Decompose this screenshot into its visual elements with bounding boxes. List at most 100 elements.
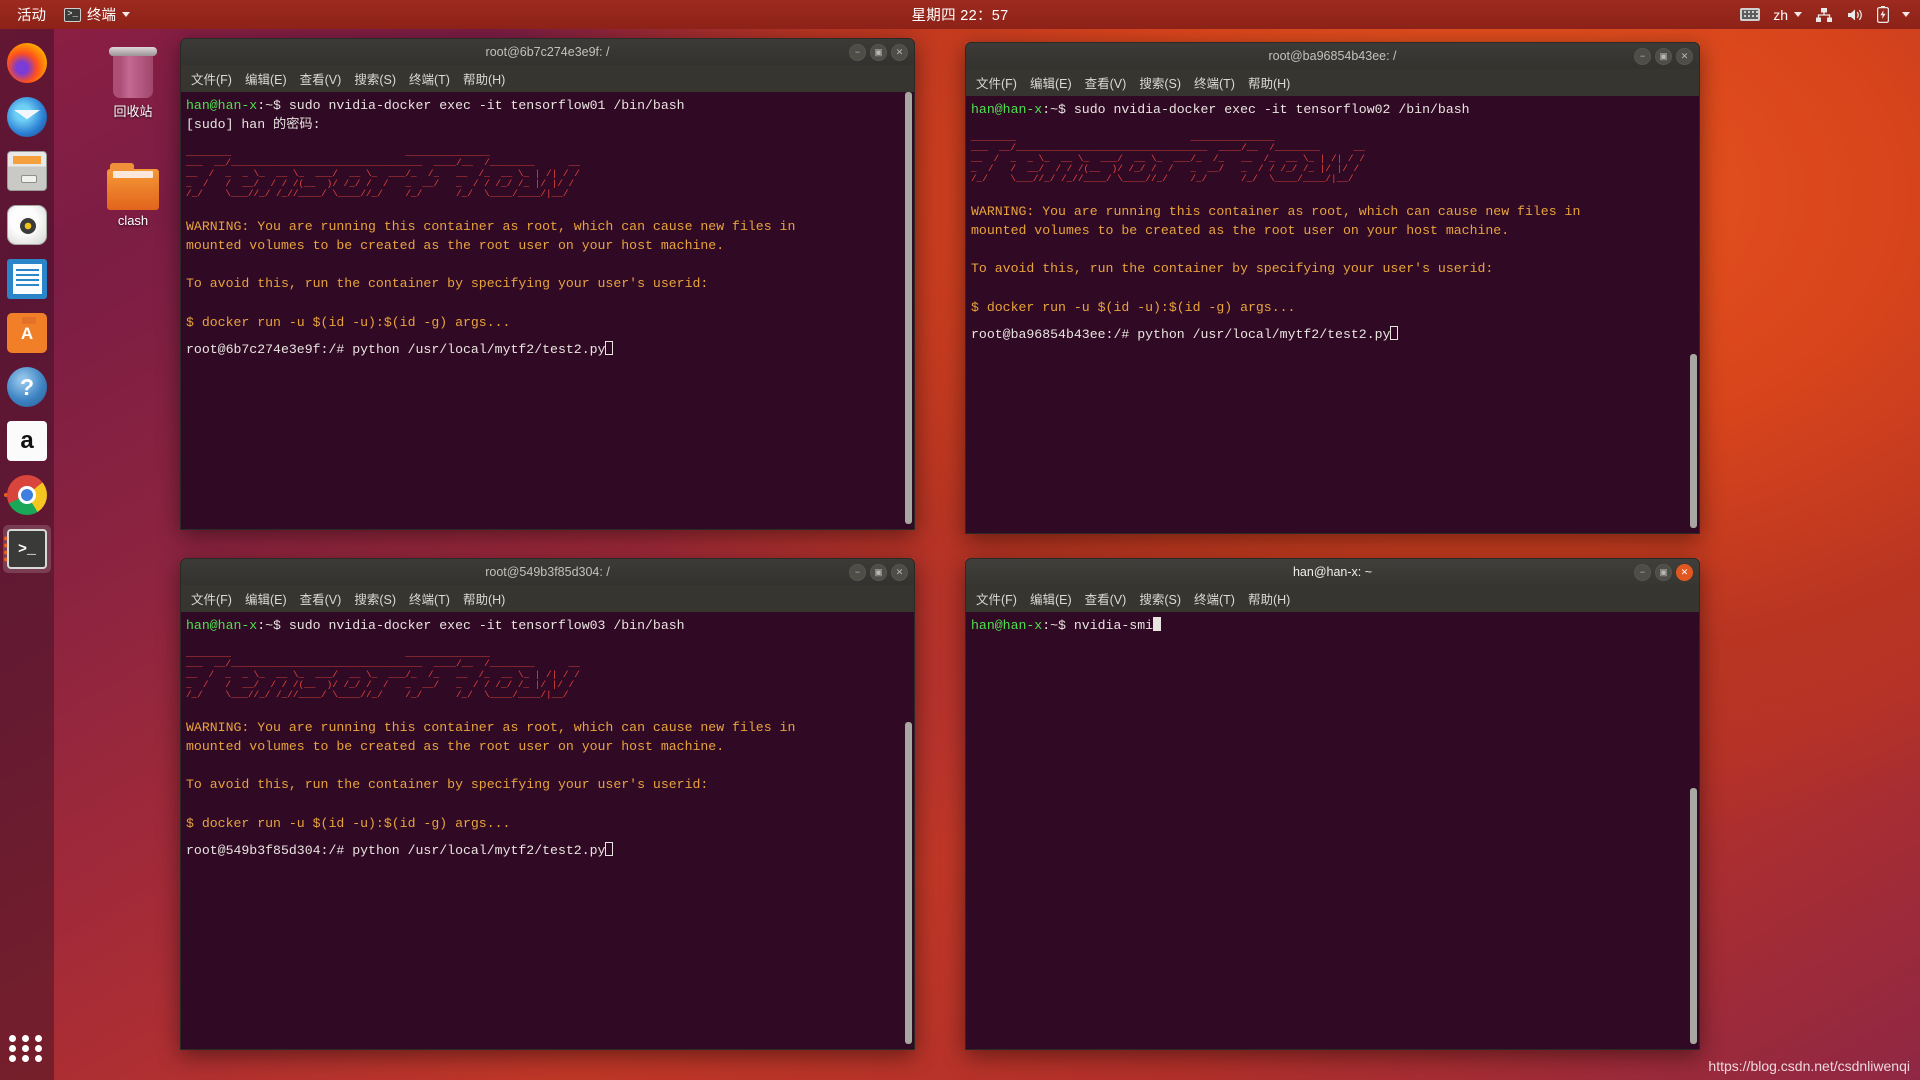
clock[interactable]: 星期四 22：57 xyxy=(912,4,1009,25)
root-command: python /usr/local/mytf2/test2.py xyxy=(1137,326,1391,342)
tensorflow-ascii-banner: ________ _______________ ___ __/________… xyxy=(186,147,580,199)
dock-item-firefox[interactable] xyxy=(3,39,51,87)
activities-label: 活动 xyxy=(17,8,46,24)
window-titlebar[interactable]: han@han-x: ~ − ▣ ✕ xyxy=(965,558,1700,585)
close-button[interactable]: ✕ xyxy=(891,44,908,61)
window-titlebar[interactable]: root@6b7c274e3e9f: / − ▣ ✕ xyxy=(180,38,915,65)
dock-item-help[interactable]: ? xyxy=(3,363,51,411)
rhythmbox-icon xyxy=(7,205,47,245)
menu-edit[interactable]: 编辑(E) xyxy=(1030,73,1072,92)
terminal-window-tensorflow01[interactable]: root@6b7c274e3e9f: / − ▣ ✕ 文件(F) 编辑(E) 查… xyxy=(180,38,915,530)
volume-icon[interactable] xyxy=(1846,7,1864,23)
vertical-scrollbar[interactable] xyxy=(1688,96,1699,533)
minimize-button[interactable]: − xyxy=(1634,564,1651,581)
maximize-button[interactable]: ▣ xyxy=(870,564,887,581)
menu-file[interactable]: 文件(F) xyxy=(191,69,232,88)
container-root-warning: WARNING: You are running this container … xyxy=(186,219,796,330)
keyboard-icon[interactable] xyxy=(1740,8,1761,21)
shell-command: nvidia-smi xyxy=(1073,618,1154,633)
chevron-down-icon xyxy=(1794,12,1802,17)
menu-help[interactable]: 帮助(H) xyxy=(463,69,505,88)
activities-button[interactable]: 活动 xyxy=(8,1,55,28)
window-title: han@han-x: ~ xyxy=(1292,565,1373,579)
menu-terminal[interactable]: 终端(T) xyxy=(409,589,450,608)
menu-view[interactable]: 查看(V) xyxy=(300,589,342,608)
menu-search[interactable]: 搜索(S) xyxy=(354,589,396,608)
dock-item-files[interactable] xyxy=(3,147,51,195)
shell-command: sudo nvidia-docker exec -it tensorflow03… xyxy=(288,618,685,633)
sudo-password-line: [sudo] han 的密码: xyxy=(186,117,321,133)
dock-item-libreoffice-writer[interactable] xyxy=(3,255,51,303)
network-icon[interactable] xyxy=(1815,7,1833,23)
terminal-output-area[interactable]: han@han-x:~$ sudo nvidia-docker exec -it… xyxy=(180,612,915,1050)
minimize-button[interactable]: − xyxy=(849,564,866,581)
chevron-down-icon[interactable] xyxy=(1902,12,1910,17)
menu-search[interactable]: 搜索(S) xyxy=(354,69,396,88)
tensorflow-ascii-banner: ________ _______________ ___ __/________… xyxy=(186,648,580,700)
menu-bar: 文件(F) 编辑(E) 查看(V) 搜索(S) 终端(T) 帮助(H) xyxy=(965,585,1700,612)
terminal-window-tensorflow03[interactable]: root@549b3f85d304: / − ▣ ✕ 文件(F) 编辑(E) 查… xyxy=(180,558,915,1050)
menu-edit[interactable]: 编辑(E) xyxy=(245,589,287,608)
dock-item-chrome[interactable] xyxy=(3,471,51,519)
menu-bar: 文件(F) 编辑(E) 查看(V) 搜索(S) 终端(T) 帮助(H) xyxy=(180,585,915,612)
terminal-output-area[interactable]: han@han-x:~$ sudo nvidia-docker exec -it… xyxy=(180,92,915,530)
shell-prompt-path: :~$ xyxy=(257,98,289,113)
dock-item-thunderbird[interactable] xyxy=(3,93,51,141)
maximize-button[interactable]: ▣ xyxy=(1655,48,1672,65)
desktop-icon-clash[interactable]: clash xyxy=(90,152,176,228)
dock-item-rhythmbox[interactable] xyxy=(3,201,51,249)
maximize-button[interactable]: ▣ xyxy=(1655,564,1672,581)
menu-file[interactable]: 文件(F) xyxy=(191,589,232,608)
menu-edit[interactable]: 编辑(E) xyxy=(245,69,287,88)
terminal-output-area[interactable]: han@han-x:~$ nvidia-smi xyxy=(965,612,1700,1050)
menu-edit[interactable]: 编辑(E) xyxy=(1030,589,1072,608)
window-titlebar[interactable]: root@ba96854b43ee: / − ▣ ✕ xyxy=(965,42,1700,69)
menu-search[interactable]: 搜索(S) xyxy=(1139,73,1181,92)
menu-view[interactable]: 查看(V) xyxy=(300,69,342,88)
text-cursor xyxy=(1153,617,1162,631)
menu-terminal[interactable]: 终端(T) xyxy=(1194,73,1235,92)
close-button[interactable]: ✕ xyxy=(1676,48,1693,65)
menu-bar: 文件(F) 编辑(E) 查看(V) 搜索(S) 终端(T) 帮助(H) xyxy=(965,69,1700,96)
vertical-scrollbar[interactable] xyxy=(1688,612,1699,1049)
thunderbird-icon xyxy=(7,97,47,137)
window-titlebar[interactable]: root@549b3f85d304: / − ▣ ✕ xyxy=(180,558,915,585)
menu-help[interactable]: 帮助(H) xyxy=(463,589,505,608)
terminal-window-tensorflow02[interactable]: root@ba96854b43ee: / − ▣ ✕ 文件(F) 编辑(E) 查… xyxy=(965,42,1700,534)
minimize-button[interactable]: − xyxy=(849,44,866,61)
shell-prompt-user: han@han-x xyxy=(971,102,1043,117)
menu-search[interactable]: 搜索(S) xyxy=(1139,589,1181,608)
menu-file[interactable]: 文件(F) xyxy=(976,589,1017,608)
show-applications-button[interactable] xyxy=(9,1030,45,1066)
menu-view[interactable]: 查看(V) xyxy=(1085,589,1127,608)
menu-file[interactable]: 文件(F) xyxy=(976,73,1017,92)
terminal-icon: >_ xyxy=(64,7,81,22)
dock-item-ubuntu-software[interactable] xyxy=(3,309,51,357)
input-language-indicator[interactable]: zh xyxy=(1773,7,1802,23)
terminal-output-area[interactable]: han@han-x:~$ sudo nvidia-docker exec -it… xyxy=(965,96,1700,534)
app-menu-button[interactable]: >_ 终端 xyxy=(55,1,139,28)
terminal-text: han@han-x:~$ sudo nvidia-docker exec -it… xyxy=(181,92,914,134)
menu-terminal[interactable]: 终端(T) xyxy=(409,69,450,88)
battery-icon[interactable] xyxy=(1877,6,1889,23)
desktop-icon-trash[interactable]: 回收站 xyxy=(90,40,176,120)
maximize-button[interactable]: ▣ xyxy=(870,44,887,61)
dock-item-terminal[interactable]: >_ xyxy=(3,525,51,573)
vertical-scrollbar[interactable] xyxy=(903,92,914,529)
menu-help[interactable]: 帮助(H) xyxy=(1248,73,1290,92)
close-button[interactable]: ✕ xyxy=(891,564,908,581)
dock: ? a >_ xyxy=(0,29,54,1080)
root-command: python /usr/local/mytf2/test2.py xyxy=(352,842,606,858)
vertical-scrollbar[interactable] xyxy=(903,612,914,1049)
watermark: https://blog.csdn.net/csdnliwenqi xyxy=(1708,1058,1910,1074)
menu-terminal[interactable]: 终端(T) xyxy=(1194,589,1235,608)
close-button[interactable]: ✕ xyxy=(1676,564,1693,581)
root-prompt: root@ba96854b43ee:/# xyxy=(971,326,1138,342)
menu-help[interactable]: 帮助(H) xyxy=(1248,589,1290,608)
menu-view[interactable]: 查看(V) xyxy=(1085,73,1127,92)
shell-prompt-path: :~$ xyxy=(257,618,289,633)
dock-item-amazon[interactable]: a xyxy=(3,417,51,465)
terminal-window-nvidia-smi[interactable]: han@han-x: ~ − ▣ ✕ 文件(F) 编辑(E) 查看(V) 搜索(… xyxy=(965,558,1700,1050)
minimize-button[interactable]: − xyxy=(1634,48,1651,65)
container-root-warning: WARNING: You are running this container … xyxy=(971,204,1581,315)
